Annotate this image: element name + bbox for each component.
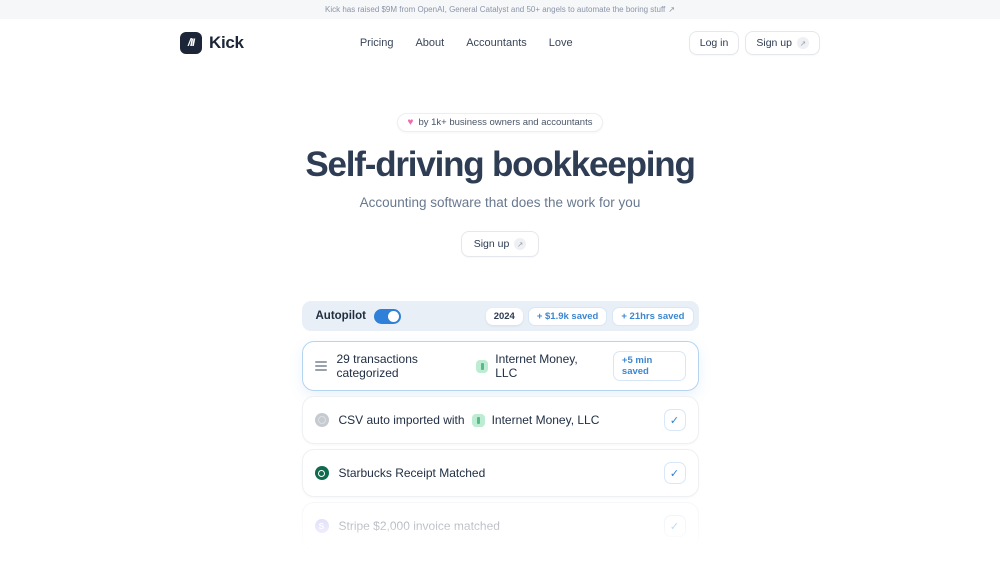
site-header: /II Kick Pricing About Accountants Love … [0,19,1000,67]
year-badge: 2024 [485,307,523,325]
autopilot-toggle[interactable] [373,308,401,324]
row-text: Starbucks Receipt Matched [338,466,486,480]
autopilot-bar: Autopilot 2024 + $1.9k saved + 21hrs sav… [301,301,699,331]
transaction-row-csv-import: CSV auto imported with Internet Money, L… [301,396,699,444]
toggle-knob [387,310,399,322]
row-text: 29 transactions categorized [336,352,418,380]
arrow-up-right-icon: ↗ [514,238,527,250]
starbucks-logo-icon [314,466,329,480]
hero-section: ♥ by 1k+ business owners and accountants… [0,112,1000,257]
internet-money-logo-icon [471,413,485,427]
company-name: Internet Money, LLC [495,352,578,380]
login-button[interactable]: Log in [688,31,740,55]
money-saved-badge: + $1.9k saved [527,306,608,326]
page-subtitle: Accounting software that does the work f… [359,195,641,210]
signup-button[interactable]: Sign up ↗ [745,31,820,55]
announcement-banner[interactable]: Kick has raised $9M from OpenAI, General… [0,0,1000,19]
transaction-row-starbucks: Starbucks Receipt Matched ✓ [301,449,699,497]
row-text: Stripe $2,000 invoice matched [338,519,500,533]
arrow-up-right-icon: ↗ [796,37,809,49]
nav-pricing[interactable]: Pricing [360,37,394,49]
kick-logo-icon: /II [180,32,202,54]
globe-icon [314,413,329,427]
matched-check-button[interactable]: ✓ [663,462,686,484]
main-nav: Pricing About Accountants Love [349,37,584,49]
social-proof-text: by 1k+ business owners and accountants [418,117,593,128]
nav-accountants[interactable]: Accountants [466,37,527,49]
nav-about[interactable]: About [415,37,444,49]
transactions-list-icon [314,361,327,371]
row-time-saved-badge: +5 min saved [612,351,686,381]
internet-money-logo-icon [476,359,489,373]
social-proof-badge: ♥ by 1k+ business owners and accountants [396,113,604,132]
hero-signup-label: Sign up [473,238,510,250]
announcement-text: Kick has raised $9M from OpenAI, General… [325,5,666,14]
nav-love[interactable]: Love [549,37,573,49]
signup-button-label: Sign up [756,37,792,49]
external-link-icon: ↗ [668,5,675,14]
transaction-row-stripe: S Stripe $2,000 invoice matched ✓ [301,502,699,550]
transaction-row-categorized: 29 transactions categorized Internet Mon… [301,341,699,391]
time-saved-badge: + 21hrs saved [612,306,694,326]
company-name: Internet Money, LLC [491,413,600,427]
brand-name: Kick [209,33,244,52]
heart-icon: ♥ [407,117,414,128]
page-title: Self-driving bookkeeping [305,145,696,184]
matched-check-button[interactable]: ✓ [663,515,686,537]
autopilot-label: Autopilot [315,310,366,322]
brand-logo[interactable]: /II Kick [180,32,244,54]
autopilot-demo-panel: Autopilot 2024 + $1.9k saved + 21hrs sav… [289,301,711,563]
stripe-logo-icon: S [314,519,329,533]
matched-check-button[interactable]: ✓ [663,409,686,431]
row-text: CSV auto imported with [338,413,465,427]
hero-signup-button[interactable]: Sign up ↗ [460,231,540,257]
